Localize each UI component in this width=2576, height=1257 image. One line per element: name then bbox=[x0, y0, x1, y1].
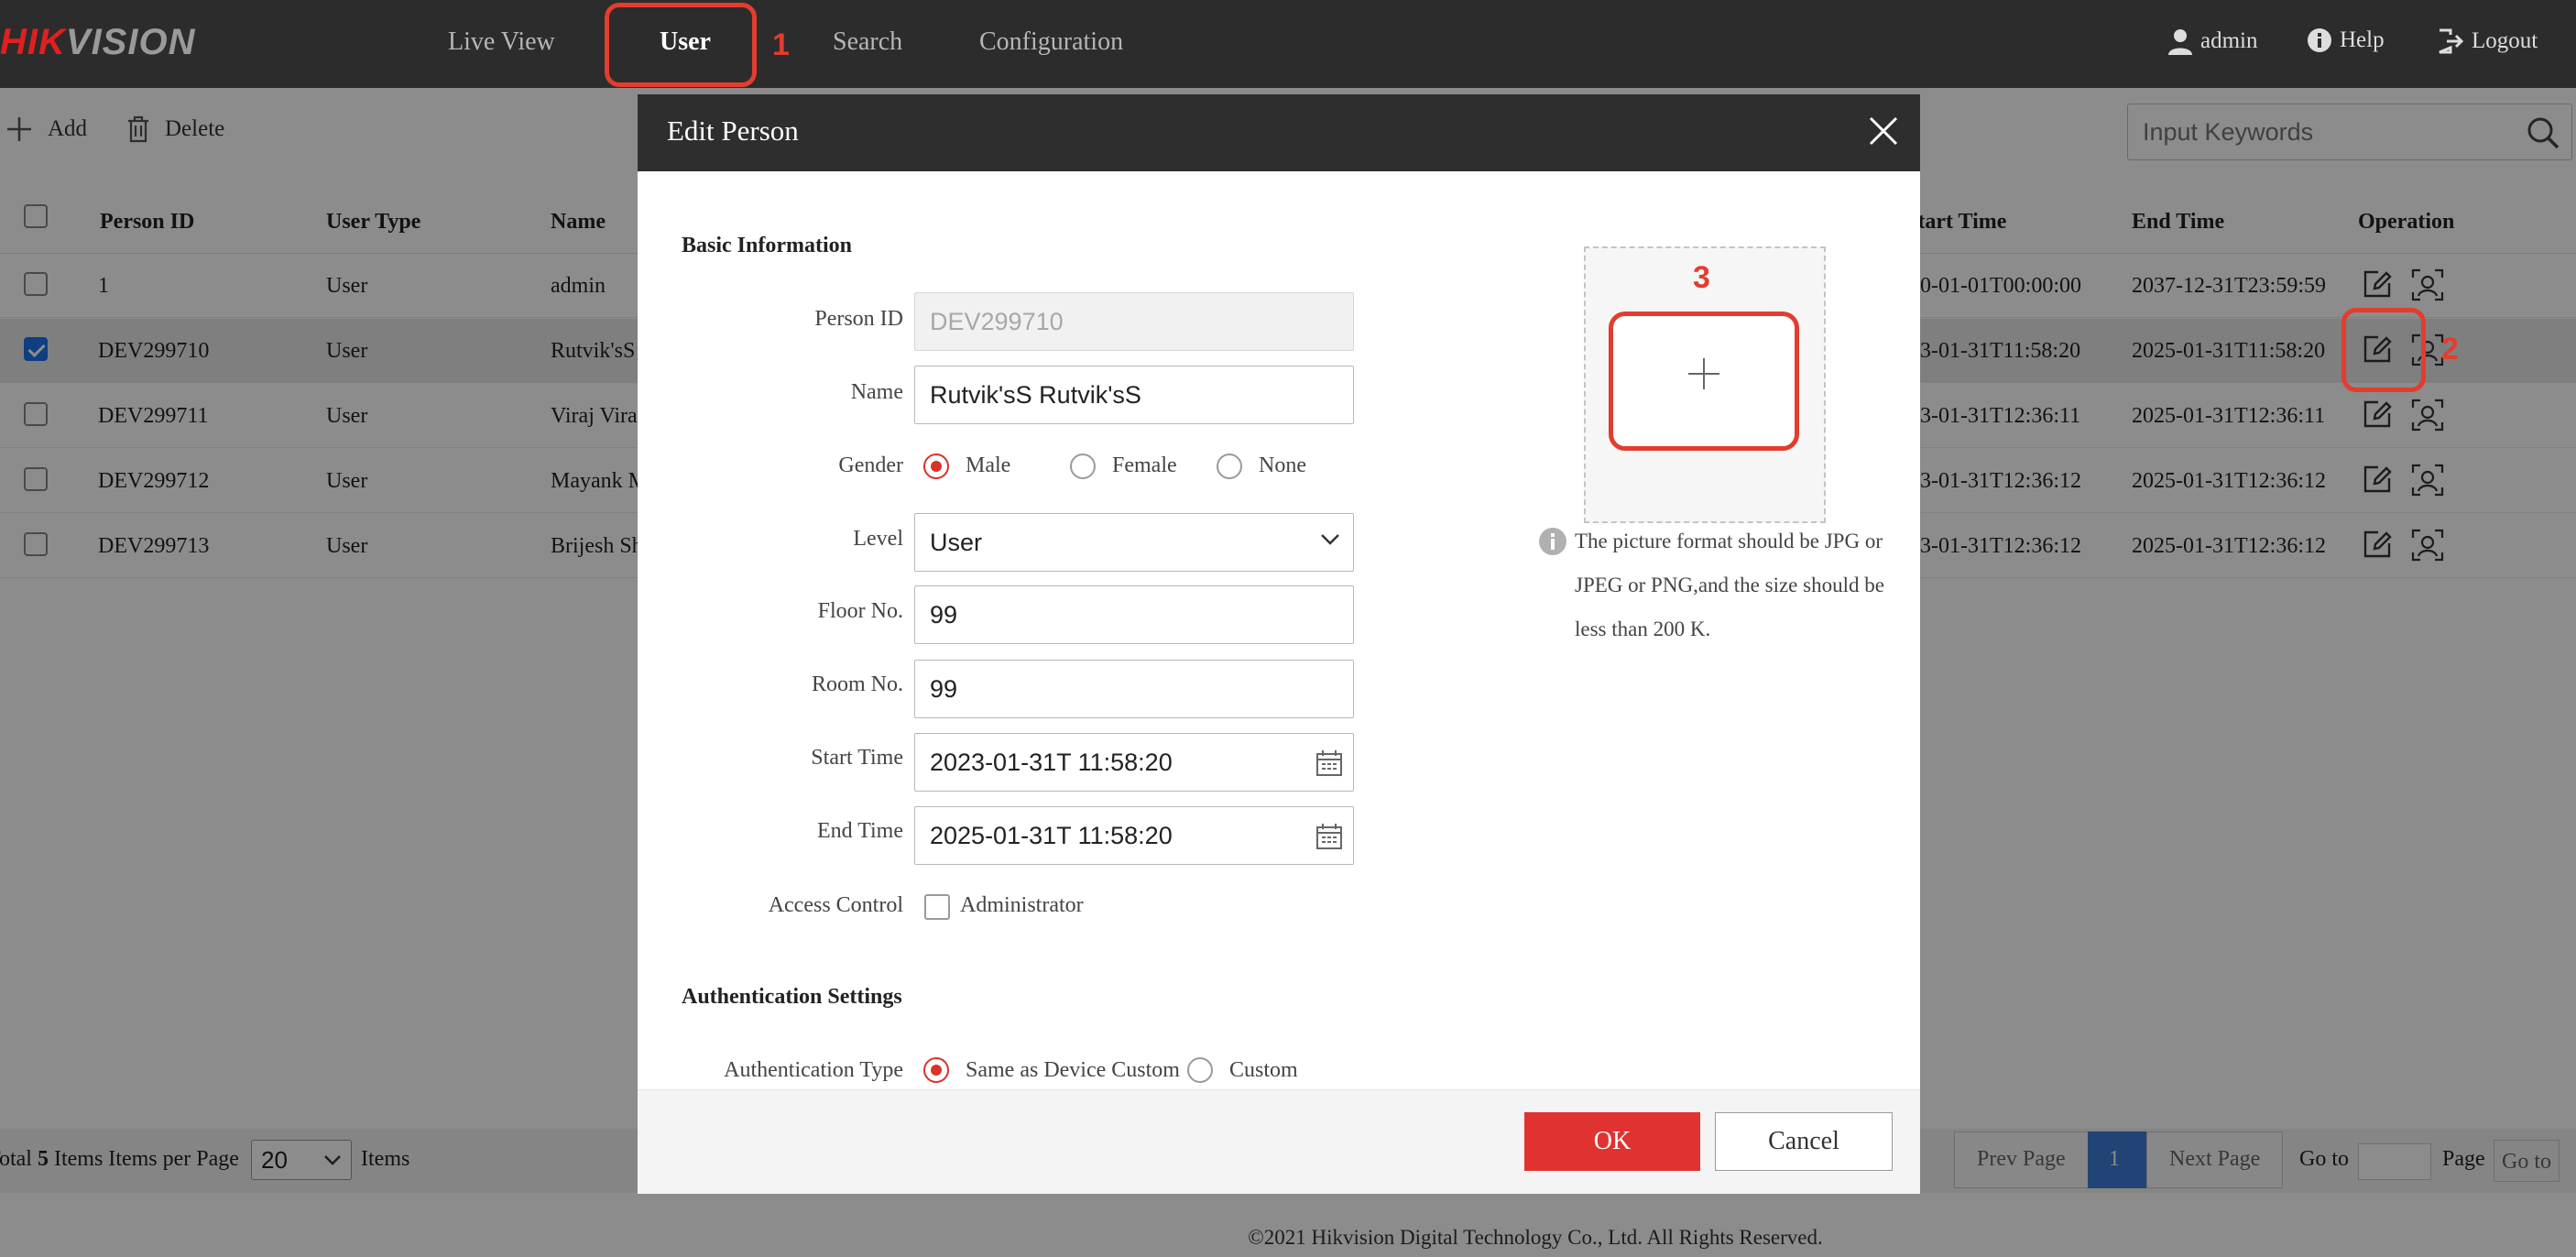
room-input[interactable]: 99 bbox=[914, 660, 1354, 718]
gender-male-label: Male bbox=[966, 454, 1011, 477]
info-icon bbox=[1538, 527, 1567, 561]
logo-text-grey: VISION bbox=[65, 22, 196, 62]
logout-label: Logout bbox=[2472, 28, 2538, 53]
end-time-label: End Time bbox=[816, 819, 903, 843]
photo-format-hint: The picture format should be JPG or JPEG… bbox=[1575, 530, 1884, 640]
gender-none-radio[interactable] bbox=[1217, 454, 1242, 479]
help-link[interactable]: Help bbox=[2307, 27, 2385, 53]
level-label: Level bbox=[853, 527, 903, 551]
chevron-down-icon bbox=[1321, 534, 1339, 545]
annotation-box-user-tab bbox=[605, 3, 757, 87]
gender-none-label: None bbox=[1259, 454, 1306, 477]
user-menu[interactable]: admin bbox=[2167, 27, 2258, 55]
auth-custom-label: Custom bbox=[1229, 1058, 1298, 1082]
annotation-number-2: 2 bbox=[2441, 332, 2459, 366]
auth-same-as-device-radio[interactable] bbox=[923, 1057, 949, 1083]
auth-type-label: Authentication Type bbox=[724, 1058, 903, 1082]
calendar-icon[interactable] bbox=[1315, 749, 1344, 778]
gender-female-radio[interactable] bbox=[1070, 454, 1096, 479]
user-icon bbox=[2168, 29, 2192, 55]
help-label: Help bbox=[2340, 27, 2385, 52]
dialog-footer: OK Cancel bbox=[638, 1089, 1920, 1194]
annotation-box-edit bbox=[2341, 308, 2426, 392]
annotation-number-1: 1 bbox=[772, 27, 790, 62]
auth-custom-radio[interactable] bbox=[1187, 1057, 1213, 1083]
access-control-label: Access Control bbox=[768, 893, 903, 917]
floor-label: Floor No. bbox=[817, 599, 903, 623]
start-time-input[interactable]: 2023-01-31T 11:58:20 bbox=[914, 733, 1354, 792]
cancel-button[interactable]: Cancel bbox=[1715, 1112, 1893, 1171]
edit-person-dialog: Edit Person Basic Information Person ID … bbox=[638, 94, 1920, 1194]
floor-input[interactable]: 99 bbox=[914, 585, 1354, 644]
logout-icon bbox=[2439, 28, 2464, 54]
auth-same-as-device-label: Same as Device Custom bbox=[966, 1058, 1180, 1082]
person-id-label: Person ID bbox=[814, 307, 903, 331]
person-id-field: DEV299710 bbox=[914, 292, 1354, 351]
nav-live-view[interactable]: Live View bbox=[448, 27, 555, 57]
dialog-header: Edit Person bbox=[638, 94, 1920, 171]
auth-settings-heading: Authentication Settings bbox=[682, 985, 902, 1009]
nav-configuration[interactable]: Configuration bbox=[979, 27, 1123, 57]
room-label: Room No. bbox=[811, 672, 903, 696]
gender-male-radio[interactable] bbox=[923, 454, 949, 479]
gender-label: Gender bbox=[838, 454, 903, 477]
ok-button[interactable]: OK bbox=[1524, 1112, 1700, 1171]
top-navigation-bar: HIKVISION Live View User Search Configur… bbox=[0, 0, 2576, 88]
calendar-icon[interactable] bbox=[1315, 822, 1344, 851]
end-time-value: 2025-01-31T 11:58:20 bbox=[930, 822, 1173, 849]
nav-search[interactable]: Search bbox=[833, 27, 902, 57]
basic-info-heading: Basic Information bbox=[682, 234, 852, 257]
start-time-label: Start Time bbox=[811, 746, 903, 770]
logout-link[interactable]: Logout bbox=[2437, 27, 2538, 55]
name-label: Name bbox=[850, 380, 903, 404]
close-icon[interactable] bbox=[1867, 115, 1900, 152]
administrator-checkbox[interactable] bbox=[924, 894, 950, 920]
name-input[interactable]: Rutvik'sS Rutvik'sS bbox=[914, 366, 1354, 424]
level-value: User bbox=[930, 529, 983, 556]
logo-text-red: HIK bbox=[0, 22, 66, 62]
hikvision-logo: HIKVISION bbox=[0, 22, 195, 63]
start-time-value: 2023-01-31T 11:58:20 bbox=[930, 749, 1173, 776]
gender-female-label: Female bbox=[1112, 454, 1177, 477]
plus-icon bbox=[1688, 358, 1719, 389]
level-select[interactable]: User bbox=[914, 513, 1354, 572]
help-icon bbox=[2308, 28, 2331, 52]
annotation-number-3: 3 bbox=[1693, 260, 1710, 295]
end-time-input[interactable]: 2025-01-31T 11:58:20 bbox=[914, 806, 1354, 865]
username-label: admin bbox=[2200, 28, 2258, 53]
add-photo-button[interactable] bbox=[1609, 312, 1799, 451]
administrator-label: Administrator bbox=[960, 893, 1084, 917]
dialog-title: Edit Person bbox=[667, 115, 799, 147]
